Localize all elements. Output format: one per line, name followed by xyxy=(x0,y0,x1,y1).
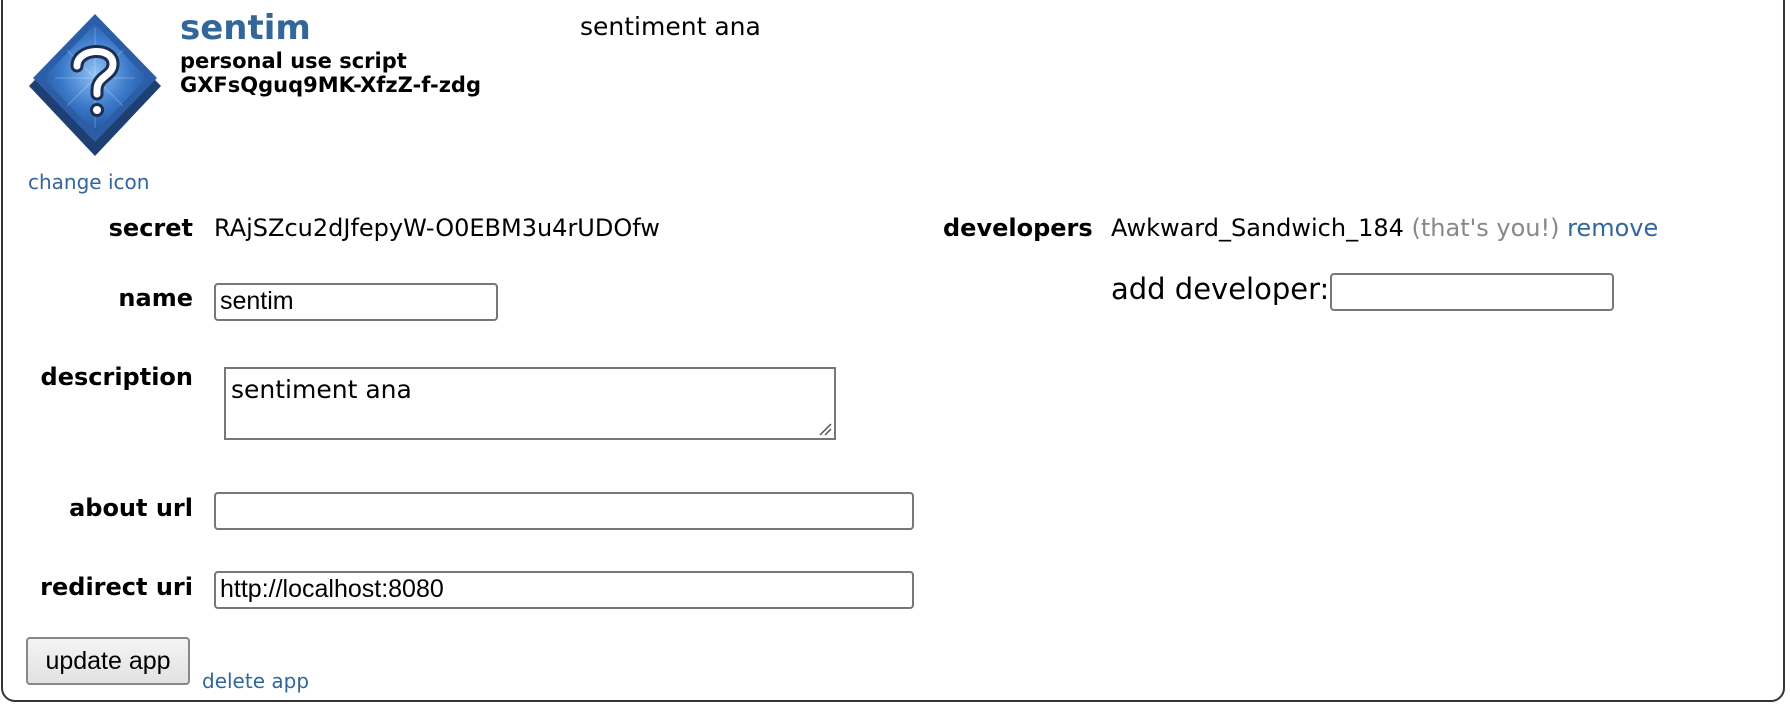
app-client-id: GXFsQguq9MK-XfzZ-f-zdg xyxy=(180,73,481,97)
about-url-field[interactable] xyxy=(214,492,914,530)
delete-app-link[interactable]: delete app xyxy=(202,669,309,693)
description-label: description xyxy=(40,363,193,391)
description-textarea[interactable]: sentiment ana xyxy=(224,367,836,440)
name-field[interactable]: sentim xyxy=(214,283,498,321)
description-text: sentiment ana xyxy=(231,375,412,404)
secret-value: RAjSZcu2dJfepyW-O0EBM3u4rUDOfw xyxy=(214,214,660,242)
secret-label: secret xyxy=(108,214,193,242)
name-label: name xyxy=(118,284,193,312)
developer-username: Awkward_Sandwich_184 xyxy=(1111,214,1404,242)
app-name: sentim xyxy=(180,8,311,48)
app-description-display: sentiment ana xyxy=(580,12,761,41)
update-app-button[interactable]: update app xyxy=(26,637,190,685)
remove-developer-link[interactable]: remove xyxy=(1567,214,1658,242)
add-developer-field[interactable] xyxy=(1330,273,1614,311)
redirect-uri-label: redirect uri xyxy=(40,573,193,601)
app-type: personal use script xyxy=(180,49,407,73)
about-url-label: about url xyxy=(69,494,193,522)
change-icon-link[interactable]: change icon xyxy=(28,170,149,194)
add-developer-label: add developer: xyxy=(1111,272,1330,306)
developers-label: developers xyxy=(943,214,1093,242)
question-mark-diamond-icon xyxy=(25,10,165,158)
developer-you-note: (that's you!) xyxy=(1411,214,1560,242)
redirect-uri-field[interactable]: http://localhost:8080 xyxy=(214,571,914,609)
resize-grip-icon[interactable] xyxy=(818,422,832,436)
developers-list: Awkward_Sandwich_184 (that's you!) remov… xyxy=(1111,214,1658,242)
